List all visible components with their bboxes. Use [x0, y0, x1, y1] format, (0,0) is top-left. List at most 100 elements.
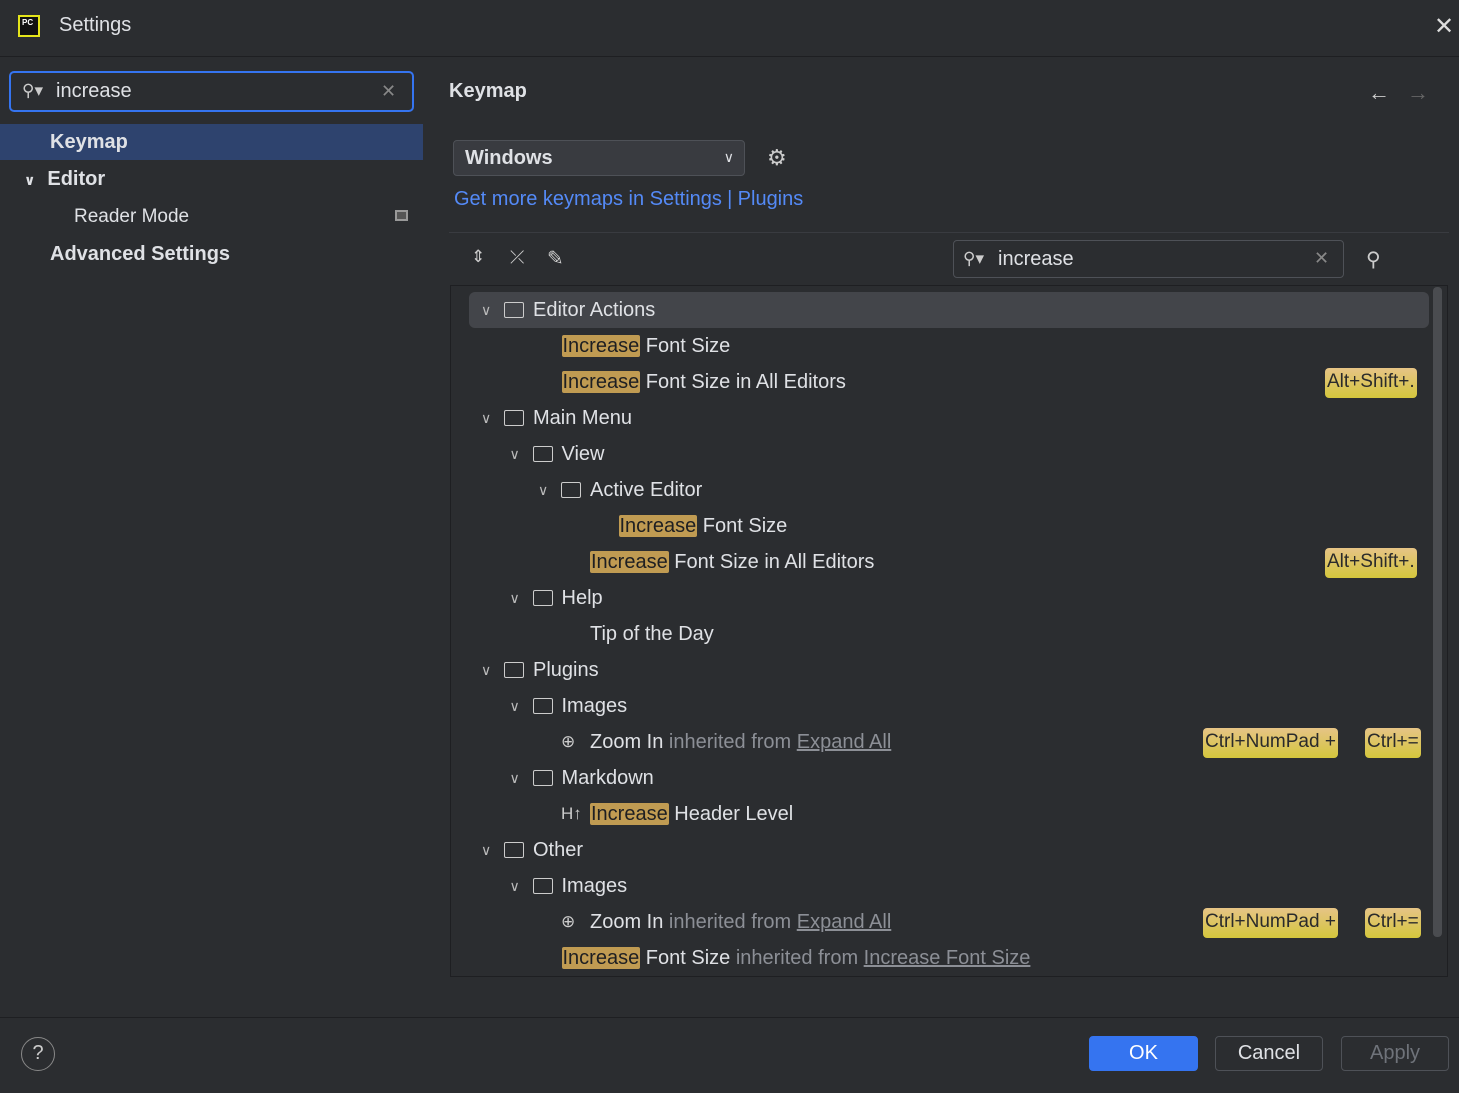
inherited-text: inherited from [663, 911, 797, 933]
tree-action[interactable]: ⊕ Zoom In inherited from Expand All Ctrl+N… [469, 724, 1429, 760]
folder-icon [532, 770, 553, 786]
chevron-down-icon[interactable]: ∨ [481, 400, 491, 436]
ok-button[interactable]: OK [1089, 1036, 1198, 1071]
search-match: Increase [561, 947, 641, 969]
title-bar: PC Settings ✕ [0, 0, 1459, 57]
clear-search-icon[interactable]: ✕ [381, 81, 396, 102]
action-label: Zoom In [590, 911, 664, 933]
edit-pencil-icon[interactable]: ✎ [547, 246, 564, 271]
shortcut-badge: Ctrl+NumPad + [1203, 728, 1338, 758]
inherited-link[interactable]: Expand All [797, 911, 892, 933]
tree-folder[interactable]: ∨ Images [469, 868, 1429, 904]
action-label: Tip of the Day [590, 623, 714, 645]
find-by-shortcut-icon[interactable]: ⚲ [1366, 247, 1381, 272]
tree-action[interactable]: ⊕ Zoom In inherited from Expand All Ctrl+N… [469, 904, 1429, 940]
keymap-select-value: Windows [465, 147, 553, 169]
project-settings-icon [395, 210, 408, 221]
sidebar-item-keymap[interactable]: Keymap [0, 124, 423, 160]
clear-search-icon[interactable]: ✕ [1314, 248, 1329, 269]
forward-arrow-icon[interactable]: → [1407, 80, 1429, 106]
tree-action[interactable]: Increase Font Size inherited from Increa… [469, 940, 1429, 976]
collapse-all-icon[interactable]: ⤫ [510, 247, 524, 268]
search-icon: ⚲▾ [22, 81, 43, 100]
tree-folder[interactable]: ∨ View [469, 436, 1429, 472]
folder-label: Active Editor [590, 479, 703, 501]
folder-icon [532, 878, 553, 894]
inherited-link[interactable]: Increase Font Size [864, 947, 1031, 969]
tree-folder[interactable]: ∨ Other [469, 832, 1429, 868]
folder-label: Main Menu [533, 407, 632, 429]
tree-action[interactable]: Increase Font Size in All Editors Alt+Shi… [469, 364, 1429, 400]
chevron-down-icon[interactable]: ∨ [510, 688, 520, 724]
inherited-text: inherited from [730, 947, 864, 969]
folder-icon [532, 698, 553, 714]
chevron-down-icon[interactable]: ∨ [510, 760, 520, 796]
search-value: increase [56, 80, 132, 102]
keymap-select[interactable]: Windows ∨ [453, 140, 745, 176]
help-button[interactable]: ? [21, 1037, 55, 1071]
folder-label: Images [561, 695, 628, 717]
sidebar-item-reader-mode[interactable]: Reader Mode [0, 199, 423, 235]
page-title: Keymap [449, 80, 527, 102]
search-match: Increase [590, 803, 669, 825]
tree-action[interactable]: Increase Font Size [469, 508, 1429, 544]
tree-folder[interactable]: ∨ Main Menu [469, 400, 1429, 436]
scrollbar[interactable] [1433, 287, 1442, 937]
tree-action[interactable]: Tip of the Day [469, 616, 1429, 652]
shortcut-badge: Ctrl+NumPad + [1203, 908, 1338, 938]
tree-action[interactable]: Increase Font Size [469, 328, 1429, 364]
keymap-tree: ∨ Editor Actions Increase Font Size Increas… [450, 285, 1448, 977]
tree-folder[interactable]: ∨ Images [469, 688, 1429, 724]
cancel-button[interactable]: Cancel [1215, 1036, 1323, 1071]
sidebar-item-editor[interactable]: ∨ Editor [0, 161, 423, 197]
action-label: Zoom In [590, 731, 664, 753]
search-match: Increase [561, 335, 641, 357]
settings-search-input[interactable]: ⚲▾ increase ✕ [9, 71, 414, 112]
folder-icon [504, 842, 524, 858]
chevron-down-icon[interactable]: ∨ [481, 292, 491, 328]
close-icon[interactable]: ✕ [1434, 12, 1454, 41]
tree-folder[interactable]: ∨ Plugins [469, 652, 1429, 688]
action-icon: ⊕ [561, 912, 576, 931]
tree-action[interactable]: Increase Font Size in All Editors Alt+Shi… [469, 544, 1429, 580]
gear-icon[interactable]: ⚙ [767, 145, 787, 171]
shortcut-badge: Alt+Shift+. [1325, 548, 1417, 578]
chevron-down-icon[interactable]: ∨ [538, 472, 548, 508]
shortcut-badge: Ctrl+= [1365, 728, 1421, 758]
chevron-down-icon[interactable]: ∨ [481, 832, 491, 868]
tree-folder[interactable]: ∨ Editor Actions [469, 292, 1429, 328]
plugins-link[interactable]: Plugins [738, 188, 804, 210]
sidebar-item-label: Reader Mode [74, 206, 190, 227]
action-icon: ⊕ [561, 732, 576, 751]
chevron-down-icon[interactable]: ∨ [24, 172, 35, 188]
link-separator: | [727, 188, 733, 210]
tree-action[interactable]: H↑ Increase Header Level [469, 796, 1429, 832]
settings-link[interactable]: Get more keymaps in Settings [454, 188, 722, 210]
sidebar-item-label: Keymap [50, 131, 128, 153]
sidebar-item-advanced-settings[interactable]: Advanced Settings [0, 236, 423, 272]
window-title: Settings [59, 14, 132, 36]
action-icon: H↑ [561, 804, 582, 823]
tree-folder[interactable]: ∨ Active Editor [469, 472, 1429, 508]
inherited-link[interactable]: Expand All [797, 731, 892, 753]
inherited-text: inherited from [663, 731, 797, 753]
folder-icon [504, 410, 524, 426]
chevron-down-icon[interactable]: ∨ [510, 580, 520, 616]
back-arrow-icon[interactable]: ← [1368, 80, 1390, 106]
chevron-down-icon[interactable]: ∨ [481, 652, 491, 688]
chevron-down-icon: ∨ [723, 149, 734, 165]
tree-folder[interactable]: ∨ Help [469, 580, 1429, 616]
tree-folder[interactable]: ∨ Markdown [469, 760, 1429, 796]
folder-icon [532, 446, 553, 462]
action-label: Header Level [668, 803, 794, 825]
chevron-down-icon[interactable]: ∨ [510, 868, 520, 904]
chevron-down-icon[interactable]: ∨ [510, 436, 520, 472]
action-search-input[interactable]: ⚲▾ increase ✕ [953, 240, 1344, 278]
folder-icon [532, 590, 553, 606]
sidebar-item-label: Editor [47, 168, 106, 190]
folder-label: Plugins [533, 659, 599, 681]
search-match: Increase [561, 371, 641, 393]
expand-all-icon[interactable]: ⇕ [471, 247, 485, 267]
apply-button[interactable]: Apply [1341, 1036, 1449, 1071]
action-label: Font Size in All Editors [668, 551, 875, 573]
